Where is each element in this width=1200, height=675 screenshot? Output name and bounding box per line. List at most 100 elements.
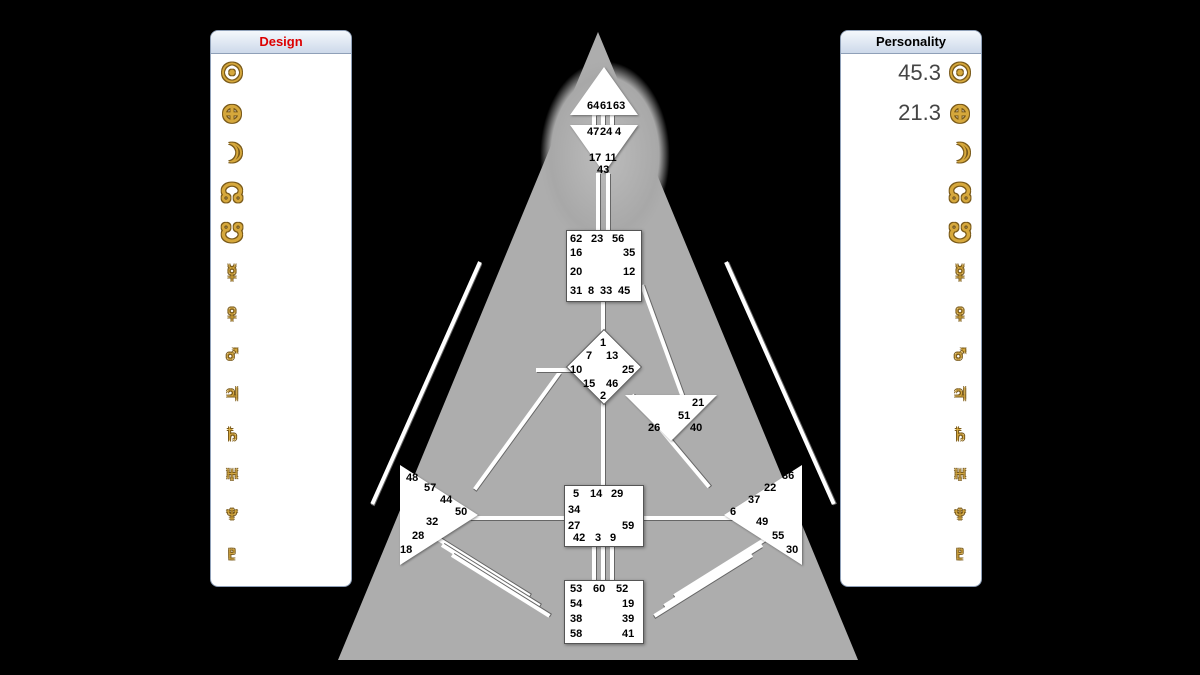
- gate-43: 43: [597, 164, 609, 176]
- gate-34: 34: [568, 504, 580, 516]
- gate-8: 8: [588, 285, 594, 297]
- saturn-icon: ♄: [945, 413, 975, 453]
- gate-7: 7: [586, 350, 592, 362]
- gate-38: 38: [570, 613, 582, 625]
- design-panel-title: Design: [211, 31, 351, 54]
- gate-63: 63: [613, 100, 625, 112]
- bodygraph-stage: Design ☉ ⊕ ☽ ☊ ☋ ☿ ♀ ♂ ♃ ♄ ♅ ♆ ♇ Persona…: [0, 0, 1200, 675]
- earth-icon: ⊕: [945, 93, 975, 133]
- personality-panel-body: ☉ 45.3 ⊕ 21.3 ☽ ☊ ☋ ☿ ♀ ♂ ♃ ♄ ♅ ♆ ♇: [847, 53, 975, 580]
- gate-59: 59: [622, 520, 634, 532]
- sun-icon: ☉: [217, 53, 247, 93]
- gate-3: 3: [595, 532, 601, 544]
- gate-26: 26: [648, 422, 660, 434]
- gate-52: 52: [616, 583, 628, 595]
- neptune-icon: ♆: [945, 493, 975, 533]
- gate-6: 6: [730, 506, 736, 518]
- saturn-icon: ♄: [217, 413, 247, 453]
- gate-39: 39: [622, 613, 634, 625]
- gate-13: 13: [606, 350, 618, 362]
- venus-icon: ♀: [945, 293, 975, 333]
- gate-32: 32: [426, 516, 438, 528]
- mercury-icon: ☿: [945, 253, 975, 293]
- gate-53: 53: [570, 583, 582, 595]
- gate-46: 46: [606, 378, 618, 390]
- south-node-icon: ☋: [217, 213, 247, 253]
- south-node-icon: ☋: [945, 213, 975, 253]
- gate-48: 48: [406, 472, 418, 484]
- gate-33: 33: [600, 285, 612, 297]
- pluto-icon: ♇: [945, 533, 975, 573]
- gate-47: 47: [587, 126, 599, 138]
- gate-21: 21: [692, 397, 704, 409]
- gate-20: 20: [570, 266, 582, 278]
- jupiter-icon: ♃: [217, 373, 247, 413]
- gate-40: 40: [690, 422, 702, 434]
- channel: [606, 173, 610, 231]
- earth-icon: ⊕: [217, 93, 247, 133]
- gate-23: 23: [591, 233, 603, 245]
- gate-31: 31: [570, 285, 582, 297]
- personality-earth-value: 21.3: [898, 93, 941, 133]
- gate-42: 42: [573, 532, 585, 544]
- channel: [610, 545, 614, 580]
- channel: [596, 173, 600, 231]
- jupiter-icon: ♃: [945, 373, 975, 413]
- gate-45: 45: [618, 285, 630, 297]
- gate-36: 36: [782, 470, 794, 482]
- gate-49: 49: [756, 516, 768, 528]
- gate-17: 17: [589, 152, 601, 164]
- gate-22: 22: [764, 482, 776, 494]
- gate-51: 51: [678, 410, 690, 422]
- design-panel: Design ☉ ⊕ ☽ ☊ ☋ ☿ ♀ ♂ ♃ ♄ ♅ ♆ ♇: [210, 30, 352, 587]
- gate-11: 11: [605, 152, 617, 164]
- neptune-icon: ♆: [217, 493, 247, 533]
- gate-60: 60: [593, 583, 605, 595]
- gate-16: 16: [570, 247, 582, 259]
- gate-56: 56: [612, 233, 624, 245]
- gate-10: 10: [570, 364, 582, 376]
- channel: [592, 545, 596, 580]
- gate-29: 29: [611, 488, 623, 500]
- gate-9: 9: [610, 532, 616, 544]
- gate-25: 25: [622, 364, 634, 376]
- pluto-icon: ♇: [217, 533, 247, 573]
- gate-62: 62: [570, 233, 582, 245]
- venus-icon: ♀: [217, 293, 247, 333]
- gate-58: 58: [570, 628, 582, 640]
- personality-panel-title: Personality: [841, 31, 981, 54]
- design-panel-body: ☉ ⊕ ☽ ☊ ☋ ☿ ♀ ♂ ♃ ♄ ♅ ♆ ♇: [217, 53, 345, 580]
- gate-57: 57: [424, 482, 436, 494]
- gate-14: 14: [590, 488, 602, 500]
- gate-27: 27: [568, 520, 580, 532]
- gate-37: 37: [748, 494, 760, 506]
- uranus-icon: ♅: [217, 453, 247, 493]
- gate-55: 55: [772, 530, 784, 542]
- north-node-icon: ☊: [945, 173, 975, 213]
- mars-icon: ♂: [945, 333, 975, 373]
- gate-61: 61: [600, 100, 612, 112]
- gate-18: 18: [400, 544, 412, 556]
- gate-28: 28: [412, 530, 424, 542]
- gate-64: 64: [587, 100, 599, 112]
- gate-15: 15: [583, 378, 595, 390]
- moon-icon: ☽: [945, 133, 975, 173]
- mars-icon: ♂: [217, 333, 247, 373]
- sun-icon: ☉: [945, 53, 975, 93]
- uranus-icon: ♅: [945, 453, 975, 493]
- channel: [601, 400, 605, 485]
- gate-12: 12: [623, 266, 635, 278]
- channel: [601, 545, 605, 580]
- gate-35: 35: [623, 247, 635, 259]
- mercury-icon: ☿: [217, 253, 247, 293]
- gate-2: 2: [600, 390, 606, 402]
- north-node-icon: ☊: [217, 173, 247, 213]
- personality-panel: Personality ☉ 45.3 ⊕ 21.3 ☽ ☊ ☋ ☿ ♀ ♂ ♃ …: [840, 30, 982, 587]
- personality-sun-value: 45.3: [898, 53, 941, 93]
- gate-30: 30: [786, 544, 798, 556]
- gate-24: 24: [600, 126, 612, 138]
- gate-41: 41: [622, 628, 634, 640]
- gate-44: 44: [440, 494, 452, 506]
- moon-icon: ☽: [217, 133, 247, 173]
- gate-54: 54: [570, 598, 582, 610]
